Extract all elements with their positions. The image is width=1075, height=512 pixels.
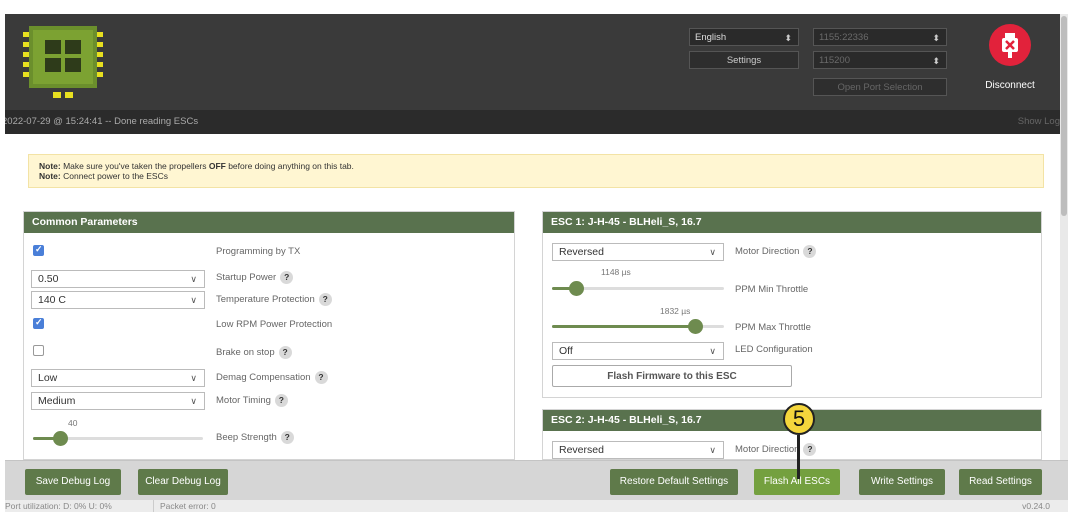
- app-window: English ⬍ Settings 1155:22336 ⬍ 115200 ⬍…: [5, 14, 1068, 512]
- packet-error-text: Packet error: 0: [153, 500, 216, 512]
- port-select[interactable]: 1155:22336 ⬍: [813, 28, 947, 46]
- beep-strength-value: 40: [68, 418, 78, 428]
- help-icon[interactable]: ?: [280, 271, 294, 284]
- log-message: 2022-07-29 @ 15:24:41 -- Done reading ES…: [5, 116, 199, 127]
- ppm-max-throttle-slider[interactable]: [552, 319, 724, 334]
- write-settings-button[interactable]: Write Settings: [859, 469, 945, 495]
- disconnect-button[interactable]: Disconnect: [974, 24, 1046, 104]
- read-settings-button[interactable]: Read Settings: [959, 469, 1042, 495]
- port-utilization-text: Port utilization: D: 0% U: 0%: [5, 501, 112, 511]
- led-configuration-select[interactable]: Off ∨: [552, 342, 724, 360]
- chevron-down-icon: ∨: [190, 274, 197, 284]
- note-line-1: Note: Make sure you've taken the propell…: [39, 161, 354, 171]
- step-marker: 5: [783, 403, 815, 435]
- brake-on-stop-checkbox[interactable]: [33, 345, 44, 356]
- chevron-down-icon: ∨: [190, 295, 197, 305]
- port-value: 1155:22336: [819, 32, 869, 43]
- help-icon[interactable]: ?: [278, 346, 292, 359]
- scrollbar-thumb[interactable]: [1061, 16, 1067, 216]
- esc2-motor-direction-label: Motor Direction?: [735, 443, 817, 456]
- help-icon[interactable]: ?: [803, 443, 817, 456]
- startup-power-label: Startup Power?: [216, 271, 294, 284]
- help-icon[interactable]: ?: [314, 371, 328, 384]
- select-arrows-icon: ⬍: [932, 33, 940, 43]
- max-throttle-value: 1832 µs: [660, 306, 691, 316]
- ppm-max-throttle-label: PPM Max Throttle: [735, 322, 811, 333]
- temperature-protection-select[interactable]: 140 C ∨: [31, 291, 205, 309]
- demag-compensation-label: Demag Compensation?: [216, 371, 328, 384]
- low-rpm-protection-label: Low RPM Power Protection: [216, 319, 333, 330]
- baud-value: 115200: [819, 55, 850, 66]
- show-log-link[interactable]: Show Log: [1018, 110, 1060, 134]
- esc-1-panel: ESC 1: J-H-45 - BLHeli_S, 16.7 Reversed ∨…: [542, 211, 1042, 398]
- beep-strength-label: Beep Strength?: [216, 431, 294, 444]
- save-debug-log-button[interactable]: Save Debug Log: [25, 469, 121, 495]
- status-bar: Port utilization: D: 0% U: 0% Packet err…: [5, 500, 1068, 512]
- log-bar: 2022-07-29 @ 15:24:41 -- Done reading ES…: [5, 110, 1068, 134]
- motor-timing-label: Motor Timing?: [216, 394, 288, 407]
- esc1-motor-direction-label: Motor Direction?: [735, 245, 817, 258]
- disconnect-label: Disconnect: [985, 80, 1035, 91]
- esc2-motor-direction-select[interactable]: Reversed ∨: [552, 441, 724, 459]
- motor-timing-select[interactable]: Medium ∨: [31, 392, 205, 410]
- low-rpm-protection-checkbox[interactable]: [33, 317, 44, 329]
- version-text: v0.24.0: [1022, 501, 1050, 511]
- baud-select[interactable]: 115200 ⬍: [813, 51, 947, 69]
- brake-on-stop-label: Brake on stop?: [216, 346, 292, 359]
- usb-disconnect-icon: [989, 24, 1031, 66]
- slider-handle[interactable]: [53, 431, 68, 446]
- help-icon[interactable]: ?: [274, 394, 288, 407]
- panel-title: ESC 1: J-H-45 - BLHeli_S, 16.7: [543, 212, 1041, 233]
- min-throttle-value: 1148 µs: [601, 267, 631, 277]
- beep-strength-slider[interactable]: [33, 431, 203, 446]
- slider-handle[interactable]: [569, 281, 584, 296]
- temperature-protection-label: Temperature Protection?: [216, 293, 332, 306]
- restore-default-settings-button[interactable]: Restore Default Settings: [610, 469, 738, 495]
- chevron-down-icon: ∨: [190, 396, 197, 406]
- annotation-pointer: [797, 435, 800, 479]
- chevron-down-icon: ∨: [709, 445, 716, 455]
- led-configuration-label: LED Configuration: [735, 344, 813, 355]
- programming-by-tx-label: Programming by TX: [216, 246, 301, 257]
- chevron-down-icon: ∨: [709, 346, 716, 356]
- esc-board-logo-icon: [23, 26, 103, 98]
- esc1-motor-direction-select[interactable]: Reversed ∨: [552, 243, 724, 261]
- help-icon[interactable]: ?: [803, 245, 817, 258]
- action-toolbar: Save Debug Log Clear Debug Log Restore D…: [5, 460, 1068, 501]
- flash-firmware-esc-button[interactable]: Flash Firmware to this ESC: [552, 365, 792, 387]
- panel-title: Common Parameters: [24, 212, 514, 233]
- select-arrows-icon: ⬍: [784, 33, 792, 43]
- demag-compensation-select[interactable]: Low ∨: [31, 369, 205, 387]
- note-line-2: Note: Connect power to the ESCs: [39, 171, 168, 181]
- page-scrollbar[interactable]: [1060, 14, 1068, 460]
- warning-note: Note: Make sure you've taken the propell…: [28, 154, 1044, 188]
- common-parameters-panel: Common Parameters Programming by TX 0.50…: [23, 211, 515, 460]
- programming-by-tx-checkbox[interactable]: [33, 244, 44, 256]
- ppm-min-throttle-label: PPM Min Throttle: [735, 284, 809, 295]
- chevron-down-icon: ∨: [709, 247, 716, 257]
- help-icon[interactable]: ?: [280, 431, 294, 444]
- slider-handle[interactable]: [688, 319, 703, 334]
- app-header: English ⬍ Settings 1155:22336 ⬍ 115200 ⬍…: [5, 14, 1068, 110]
- help-icon[interactable]: ?: [318, 293, 332, 306]
- language-select[interactable]: English ⬍: [689, 28, 799, 46]
- slider-fill: [552, 325, 695, 328]
- open-port-selection-button[interactable]: Open Port Selection: [813, 78, 947, 96]
- ppm-min-throttle-slider[interactable]: [552, 281, 724, 296]
- select-arrows-icon: ⬍: [932, 56, 940, 66]
- settings-button[interactable]: Settings: [689, 51, 799, 69]
- clear-debug-log-button[interactable]: Clear Debug Log: [138, 469, 228, 495]
- language-value: English: [695, 32, 727, 43]
- startup-power-select[interactable]: 0.50 ∨: [31, 270, 205, 288]
- chevron-down-icon: ∨: [190, 373, 197, 383]
